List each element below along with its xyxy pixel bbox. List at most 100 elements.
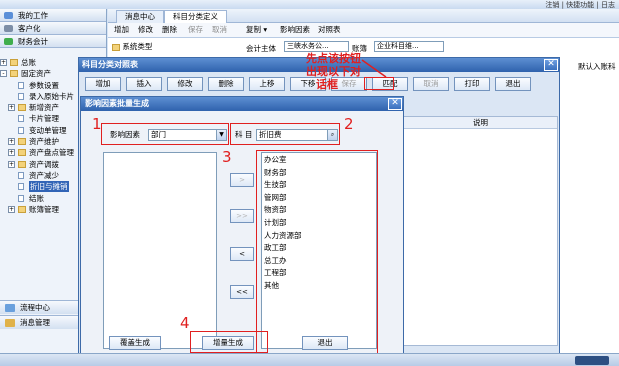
- tab-bar: 消息中心 科目分类定义: [108, 9, 619, 23]
- document-icon: [18, 183, 24, 191]
- sidebar-bottom-label: 消息管理: [20, 318, 50, 327]
- expand-icon[interactable]: +: [8, 205, 15, 213]
- map-cancel-button[interactable]: 取消: [413, 77, 449, 91]
- expand-icon[interactable]: +: [8, 138, 15, 146]
- my-work-icon: [4, 12, 13, 19]
- tab-account-classification[interactable]: 科目分类定义: [164, 10, 227, 23]
- move-all-left-button[interactable]: <<: [230, 285, 254, 299]
- annotation-box-2: [230, 123, 340, 145]
- annotation-number-4: 4: [180, 314, 190, 332]
- move-all-right-button[interactable]: >>: [230, 209, 254, 223]
- tree-item-label: 固定资产: [21, 69, 51, 79]
- map-delete-button[interactable]: 删除: [208, 77, 244, 91]
- document-icon: [18, 81, 24, 89]
- overwrite-generate-button[interactable]: 覆盖生成: [109, 336, 161, 350]
- expand-icon[interactable]: +: [8, 104, 15, 112]
- sidebar-section-label: 我的工作: [18, 11, 48, 20]
- toolbar-cancel-button[interactable]: 取消: [212, 25, 227, 35]
- annotation-number-3: 3: [222, 148, 232, 166]
- tree-item-label: 折旧与摊销: [29, 181, 69, 193]
- toolbar-add-button[interactable]: 增加: [114, 25, 129, 35]
- document-icon: [18, 115, 24, 123]
- tab-label: 消息中心: [125, 12, 155, 21]
- system-type-label: 系统类型: [122, 42, 153, 51]
- expand-icon[interactable]: +: [8, 160, 15, 168]
- expand-icon[interactable]: +: [8, 149, 15, 157]
- default-account-column-header: 默认入账科: [578, 62, 616, 71]
- annotation-note-line-1: 先点该按钮: [306, 52, 361, 65]
- grid-header-description: 说明: [404, 117, 557, 129]
- toolbar-factor-button[interactable]: 影响因素: [280, 25, 310, 35]
- tree-item-label: 录入原始卡片: [29, 91, 74, 101]
- tree-item-label: 资产减少: [29, 170, 59, 180]
- accounting-entity-field[interactable]: 三峡水务公...: [284, 41, 349, 52]
- annotation-arrow: [361, 59, 387, 78]
- ledger-value: 企业科目维...: [377, 42, 419, 50]
- annotation-box-4: [190, 331, 268, 353]
- tab-message-center[interactable]: 消息中心: [116, 10, 164, 23]
- tree-item-label: 资产调拨: [29, 159, 59, 169]
- folder-icon: [18, 205, 26, 213]
- accounting-entity-label: 会计主体: [246, 44, 276, 53]
- map-move-up-button[interactable]: 上移: [249, 77, 285, 91]
- main-toolbar: 增加 修改 删除 保存 取消 复制 ▾ 影响因素 对照表: [108, 23, 619, 38]
- document-icon: [18, 126, 24, 134]
- top-bar: 注销 | 快捷功能 | 日志: [0, 0, 619, 9]
- sidebar-bottom-label: 流程中心: [20, 303, 50, 312]
- sidebar-section-label: 财务会计: [18, 37, 48, 46]
- batch-dialog-titlebar: 影响因素批量生成 ✕: [81, 97, 403, 111]
- tree-item-label: 变动单管理: [29, 125, 67, 135]
- tray-icon[interactable]: [575, 356, 609, 365]
- sidebar-section-customization[interactable]: 客户化: [0, 22, 106, 35]
- move-left-button[interactable]: <: [230, 247, 254, 261]
- sidebar-section-finance[interactable]: 财务会计: [0, 35, 106, 48]
- document-icon: [18, 194, 24, 202]
- finance-icon: [4, 38, 13, 45]
- map-edit-button[interactable]: 修改: [167, 77, 203, 91]
- tree-item-label: 资产维护: [29, 137, 59, 147]
- batch-dialog-title: 影响因素批量生成: [85, 99, 149, 108]
- map-print-button[interactable]: 打印: [454, 77, 490, 91]
- sidebar-section-my-work[interactable]: 我的工作: [0, 9, 106, 22]
- tree-item-label: 结账: [29, 193, 44, 203]
- expand-icon[interactable]: +: [0, 59, 7, 66]
- tree-item-label: 卡片管理: [29, 114, 59, 124]
- folder-icon: [18, 104, 26, 112]
- folder-icon: [10, 70, 18, 78]
- folder-icon: [112, 43, 120, 51]
- toolbar-save-button[interactable]: 保存: [188, 25, 203, 35]
- tree-item-label: 总账: [21, 58, 36, 67]
- map-exit-button[interactable]: 退出: [495, 77, 531, 91]
- ledger-field[interactable]: 企业科目维...: [374, 41, 444, 52]
- process-center-icon: [5, 304, 15, 312]
- annotation-box-3: [256, 150, 378, 355]
- document-icon: [18, 171, 24, 179]
- customization-icon: [4, 25, 13, 32]
- annotation-number-1: 1: [92, 115, 102, 133]
- collapse-icon[interactable]: -: [0, 70, 7, 78]
- available-items-list[interactable]: [103, 152, 217, 349]
- mapping-grid[interactable]: 说明: [403, 116, 558, 346]
- message-management-icon: [5, 319, 15, 327]
- annotation-note-line-2: 出现以下对: [306, 65, 361, 78]
- mapping-dialog-close-icon[interactable]: ✕: [544, 59, 558, 71]
- folder-icon: [18, 149, 26, 157]
- map-insert-button[interactable]: 插入: [126, 77, 162, 91]
- move-right-button[interactable]: >: [230, 173, 254, 187]
- tree-item-label: 资产盘点管理: [29, 148, 74, 158]
- sidebar-section-label: 客户化: [18, 24, 41, 33]
- folder-icon: [10, 59, 18, 66]
- toolbar-delete-button[interactable]: 删除: [162, 25, 177, 35]
- toolbar-edit-button[interactable]: 修改: [138, 25, 153, 35]
- annotation-number-2: 2: [344, 115, 354, 133]
- batch-dialog-close-icon[interactable]: ✕: [388, 98, 402, 110]
- system-type-node[interactable]: 系统类型: [112, 41, 152, 52]
- status-bar: [0, 353, 619, 366]
- toolbar-copy-button[interactable]: 复制 ▾: [246, 25, 267, 35]
- tree-item-label: 新增资产: [29, 103, 59, 113]
- toolbar-mapping-table-button[interactable]: 对照表: [318, 25, 341, 35]
- tree-item-label: 参数设置: [29, 80, 59, 90]
- map-add-button[interactable]: 增加: [85, 77, 121, 91]
- tree-item-label: 账簿管理: [29, 204, 59, 214]
- folder-icon: [18, 160, 26, 168]
